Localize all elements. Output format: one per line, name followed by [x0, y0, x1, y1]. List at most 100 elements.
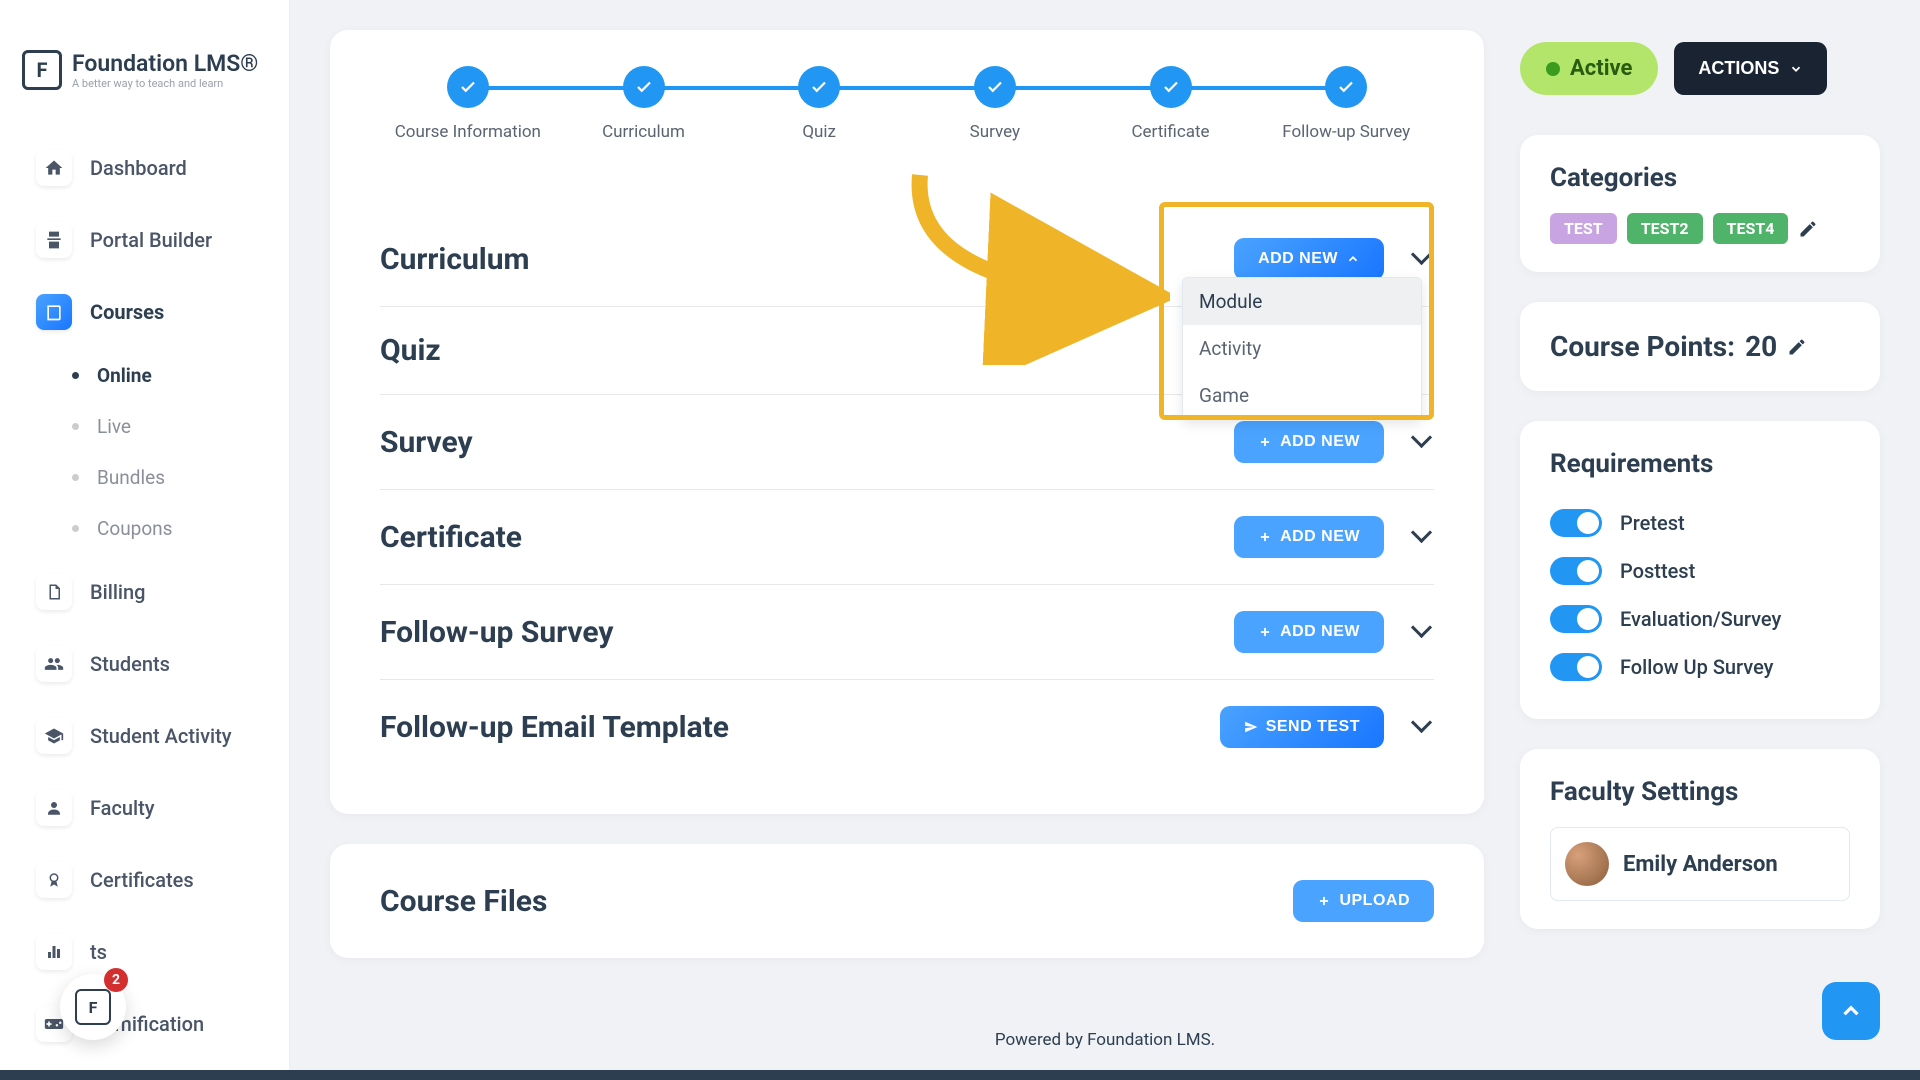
send-icon	[1244, 720, 1258, 734]
add-new-survey-button[interactable]: ADD NEW	[1234, 421, 1384, 463]
brand-subtitle: A better way to teach and learn	[72, 77, 258, 90]
check-icon	[1325, 66, 1367, 108]
brand-block: F Foundation LMS® A better way to teach …	[0, 0, 289, 130]
dropdown-item-module[interactable]: Module	[1183, 278, 1421, 325]
scroll-top-button[interactable]	[1822, 982, 1880, 1040]
bullet-icon	[72, 423, 79, 430]
status-label: Active	[1570, 56, 1632, 81]
dropdown-item-game[interactable]: Game	[1183, 372, 1421, 419]
sidebar-item-student-activity[interactable]: Student Activity	[10, 702, 279, 770]
sidebar-subitem-live[interactable]: Live	[62, 401, 289, 452]
home-icon	[36, 150, 72, 186]
add-new-curriculum-button[interactable]: ADD NEW	[1234, 238, 1384, 280]
check-icon	[974, 66, 1016, 108]
sidebar-item-label: Students	[90, 652, 170, 676]
sidebar-item-courses[interactable]: Courses	[10, 278, 279, 346]
chevron-down-icon[interactable]	[1414, 527, 1434, 547]
step-survey[interactable]: Survey	[907, 66, 1083, 142]
requirement-label: Evaluation/Survey	[1620, 607, 1781, 631]
send-test-button[interactable]: SEND TEST	[1220, 706, 1384, 748]
step-course-info[interactable]: Course Information	[380, 66, 556, 142]
sidebar-item-faculty[interactable]: Faculty	[10, 774, 279, 842]
requirement-label: Pretest	[1620, 511, 1685, 535]
step-label: Survey	[970, 122, 1020, 142]
sidebar-subitem-label: Bundles	[97, 466, 165, 489]
sidebar-item-students[interactable]: Students	[10, 630, 279, 698]
add-new-dropdown: Module Activity Game	[1182, 277, 1422, 420]
sidebar-item-label: ts	[90, 940, 107, 964]
check-icon	[798, 66, 840, 108]
button-label: ACTIONS	[1698, 58, 1779, 79]
step-label: Curriculum	[602, 122, 685, 142]
sidebar-item-label: Student Activity	[90, 724, 232, 748]
sidebar: F Foundation LMS® A better way to teach …	[0, 0, 290, 1080]
upload-button[interactable]: UPLOAD	[1293, 880, 1434, 922]
sidebar-subitem-bundles[interactable]: Bundles	[62, 452, 289, 503]
step-followup[interactable]: Follow-up Survey	[1258, 66, 1434, 142]
bullet-icon	[72, 525, 79, 532]
faculty-box[interactable]: Emily Anderson	[1550, 827, 1850, 901]
sidebar-item-label: Billing	[90, 580, 146, 604]
sidebar-item-reports[interactable]: ts	[10, 918, 279, 986]
add-new-followup-button[interactable]: ADD NEW	[1234, 611, 1384, 653]
requirement-row-pretest: Pretest	[1550, 499, 1850, 547]
sidebar-item-billing[interactable]: Billing	[10, 558, 279, 626]
points-value: 20	[1745, 330, 1777, 363]
billing-icon	[36, 574, 72, 610]
chevron-down-icon	[1789, 62, 1803, 76]
sidebar-subitem-coupons[interactable]: Coupons	[62, 503, 289, 554]
toggle-evaluation[interactable]	[1550, 605, 1602, 633]
chevron-down-icon[interactable]	[1414, 622, 1434, 642]
status-dot-icon	[1546, 62, 1560, 76]
sidebar-item-dashboard[interactable]: Dashboard	[10, 134, 279, 202]
avatar	[1565, 842, 1609, 886]
category-tag[interactable]: TEST	[1550, 213, 1617, 244]
course-files-card: Course Files UPLOAD	[330, 844, 1484, 958]
section-title: Follow-up Email Template	[380, 710, 729, 745]
sidebar-item-gamification[interactable]: Gamification	[10, 990, 279, 1058]
sidebar-item-portal-builder[interactable]: Portal Builder	[10, 206, 279, 274]
faculty-settings-card: Faculty Settings Emily Anderson	[1520, 749, 1880, 929]
button-label: UPLOAD	[1339, 892, 1410, 910]
chevron-down-icon[interactable]	[1414, 249, 1434, 269]
category-tag[interactable]: TEST2	[1627, 213, 1703, 244]
portal-icon	[36, 222, 72, 258]
help-fab[interactable]: F 2	[60, 974, 126, 1040]
sidebar-subitem-online[interactable]: Online	[62, 350, 289, 401]
plus-icon	[1317, 894, 1331, 908]
dropdown-item-activity[interactable]: Activity	[1183, 325, 1421, 372]
requirement-row-evaluation: Evaluation/Survey	[1550, 595, 1850, 643]
button-label: SEND TEST	[1266, 718, 1360, 736]
chevron-down-icon[interactable]	[1414, 717, 1434, 737]
chevron-down-icon[interactable]	[1414, 432, 1434, 452]
plus-icon	[1258, 435, 1272, 449]
sidebar-item-certificates[interactable]: Certificates	[10, 846, 279, 914]
edit-icon[interactable]	[1787, 337, 1807, 357]
course-builder-card: Course Information Curriculum Quiz Surve…	[330, 30, 1484, 814]
toggle-posttest[interactable]	[1550, 557, 1602, 585]
faculty-name: Emily Anderson	[1623, 852, 1778, 877]
requirements-card: Requirements Pretest Posttest Evaluation…	[1520, 421, 1880, 719]
sidebar-subnav-courses: Online Live Bundles Coupons	[0, 350, 289, 554]
bullet-icon	[72, 474, 79, 481]
person-icon	[36, 790, 72, 826]
sidebar-item-label: Courses	[90, 300, 164, 324]
add-new-certificate-button[interactable]: ADD NEW	[1234, 516, 1384, 558]
step-quiz[interactable]: Quiz	[731, 66, 907, 142]
edit-icon[interactable]	[1798, 219, 1818, 239]
card-title: Requirements	[1550, 449, 1850, 479]
step-certificate[interactable]: Certificate	[1083, 66, 1259, 142]
category-tags: TEST TEST2 TEST4	[1550, 213, 1850, 244]
bullet-icon	[72, 372, 79, 379]
section-title: Follow-up Survey	[380, 615, 614, 650]
category-tag[interactable]: TEST4	[1713, 213, 1789, 244]
chart-icon	[36, 934, 72, 970]
toggle-followup[interactable]	[1550, 653, 1602, 681]
plus-icon	[1258, 625, 1272, 639]
check-icon	[1150, 66, 1192, 108]
step-curriculum[interactable]: Curriculum	[556, 66, 732, 142]
toggle-pretest[interactable]	[1550, 509, 1602, 537]
sidebar-item-label: Faculty	[90, 796, 155, 820]
section-title: Certificate	[380, 520, 522, 555]
actions-button[interactable]: ACTIONS	[1674, 42, 1827, 95]
